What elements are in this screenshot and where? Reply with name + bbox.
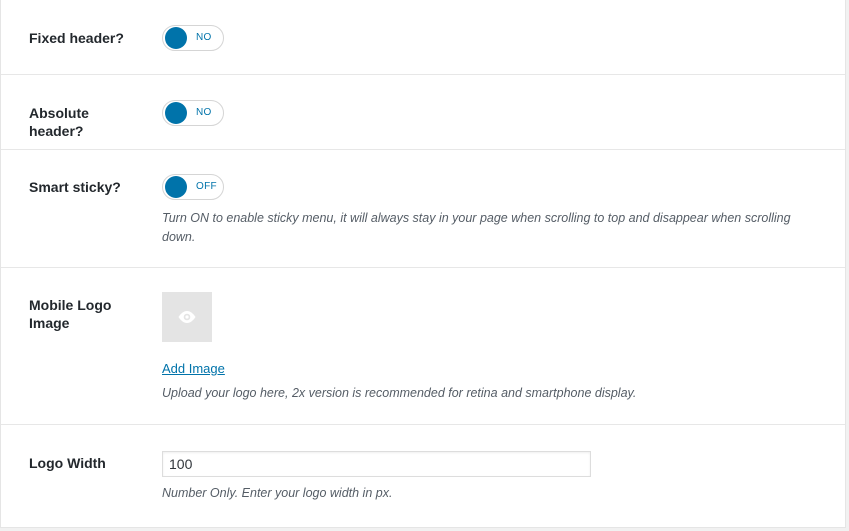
logo-width-description: Number Only. Enter your logo width in px… — [162, 486, 393, 500]
add-image-link[interactable]: Add Image — [162, 361, 225, 376]
smart-sticky-label: Smart sticky? — [29, 179, 121, 195]
settings-panel: Fixed header? NO Absolute header? NO Sma… — [0, 0, 846, 528]
toggle-knob — [165, 102, 187, 124]
row-smart-sticky: Smart sticky? OFF Turn ON to enable stic… — [1, 150, 845, 268]
eye-icon — [178, 311, 196, 323]
logo-width-label: Logo Width — [29, 455, 106, 471]
toggle-state: NO — [196, 107, 212, 118]
row-mobile-logo: Mobile Logo Image Upload your logo here,… — [1, 268, 845, 425]
mobile-logo-label: Mobile Logo Image — [29, 297, 112, 331]
logo-image-thumbnail[interactable] — [162, 292, 212, 342]
toggle-state: NO — [196, 32, 212, 43]
smart-sticky-toggle[interactable]: OFF — [162, 174, 224, 200]
absolute-header-toggle[interactable]: NO — [162, 100, 224, 126]
row-absolute-header: Absolute header? NO — [1, 75, 845, 150]
row-fixed-header: Fixed header? NO — [1, 0, 845, 75]
absolute-header-label: Absolute header? — [29, 105, 89, 139]
mobile-logo-description: Upload your logo here, 2x version is rec… — [162, 386, 637, 400]
toggle-knob — [165, 27, 187, 49]
fixed-header-label: Fixed header? — [29, 30, 124, 46]
toggle-knob — [165, 176, 187, 198]
fixed-header-toggle[interactable]: NO — [162, 25, 224, 51]
toggle-state: OFF — [196, 181, 217, 192]
smart-sticky-description: Turn ON to enable sticky menu, it will a… — [162, 211, 791, 244]
logo-width-input[interactable] — [162, 451, 591, 477]
